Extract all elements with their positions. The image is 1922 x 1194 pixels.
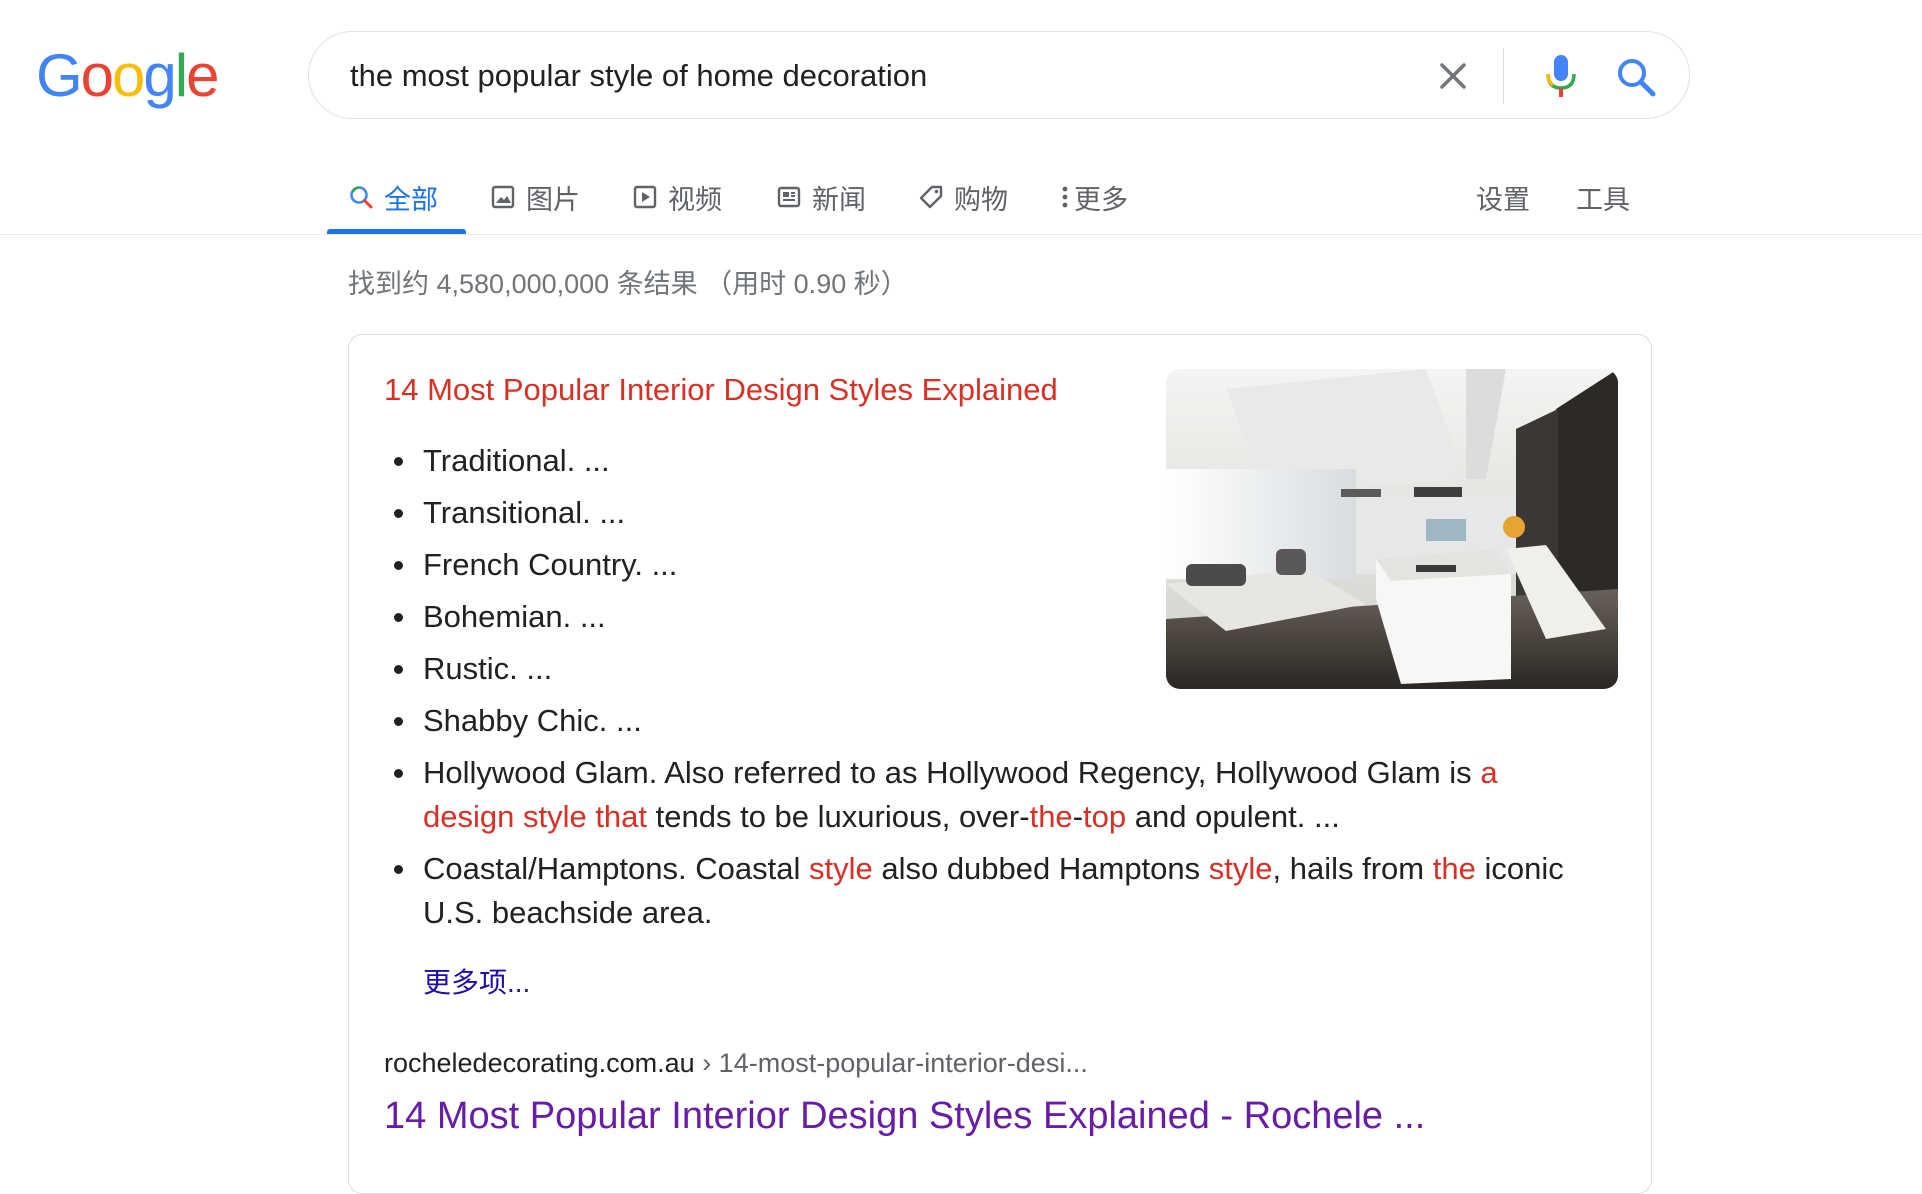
search-icon[interactable]	[1613, 54, 1659, 100]
snippet-list: Traditional. ... Transitional. ... French …	[394, 439, 1573, 943]
snippet-list-item: French Country. ...	[394, 543, 1573, 587]
tab-videos[interactable]: 视频	[632, 174, 722, 220]
snippet-list-item: Rustic. ...	[394, 647, 1573, 691]
snippet-text: and opulent. ...	[1126, 799, 1340, 834]
snippet-list-item: Traditional. ...	[394, 439, 1573, 483]
result-title-link[interactable]: 14 Most Popular Interior Design Styles E…	[384, 1095, 1425, 1138]
tag-icon	[919, 185, 943, 209]
cite-path: › 14-most-popular-interior-desi...	[694, 1048, 1088, 1078]
tab-label: 全部	[384, 184, 438, 215]
header-divider	[0, 234, 1922, 235]
newspaper-icon	[777, 186, 801, 208]
highlighted-text: style	[808, 851, 873, 886]
svg-text:Google: Google	[36, 44, 218, 109]
featured-snippet-card: 14 Most Popular Interior Design Styles E…	[348, 334, 1652, 1194]
mic-icon[interactable]	[1539, 52, 1583, 100]
snippet-list-item: Shabby Chic. ...	[394, 699, 1573, 743]
search-icon	[350, 186, 373, 209]
snippet-text: French Country. ...	[423, 547, 678, 582]
snippet-heading: 14 Most Popular Interior Design Styles E…	[384, 372, 1058, 407]
more-items-link[interactable]: 更多项...	[423, 961, 530, 1001]
highlighted-text: top	[1083, 799, 1127, 834]
snippet-text: -	[1072, 799, 1084, 834]
tab-label: 视频	[668, 184, 722, 215]
snippet-list-item: Transitional. ...	[394, 491, 1573, 535]
tab-images[interactable]: 图片	[490, 174, 580, 220]
snippet-text: Hollywood Glam. Also referred to as Holl…	[423, 755, 1481, 790]
tools-label: 工具	[1576, 184, 1630, 215]
snippet-list-item: Bohemian. ...	[394, 595, 1573, 639]
snippet-text: Bohemian. ...	[423, 599, 606, 634]
tab-label: 图片	[526, 184, 580, 215]
divider	[1503, 48, 1504, 104]
cite-domain: rocheledecorating.com.au	[384, 1048, 695, 1078]
tab-label: 购物	[954, 184, 1008, 215]
highlighted-text: the	[1432, 851, 1476, 886]
image-icon	[491, 185, 515, 209]
highlighted-text: the	[1029, 799, 1073, 834]
snippet-text: Rustic. ...	[423, 651, 553, 686]
settings-link[interactable]: 设置	[1476, 174, 1530, 220]
snippet-text: , hails from	[1272, 851, 1433, 886]
tab-shopping[interactable]: 购物	[918, 174, 1008, 220]
snippet-text: tends to be luxurious, over-	[647, 799, 1030, 834]
search-tabs: 全部 图片 视频 新闻 购物 更多 设置 工具	[0, 160, 1922, 236]
google-logo[interactable]: Google	[36, 44, 222, 110]
result-url[interactable]: rocheledecorating.com.au › 14-most-popul…	[384, 1048, 1088, 1079]
tab-news[interactable]: 新闻	[776, 174, 866, 220]
snippet-text: also dubbed Hamptons	[872, 851, 1209, 886]
highlighted-text: style	[1208, 851, 1273, 886]
snippet-text: Traditional. ...	[423, 443, 610, 478]
settings-label: 设置	[1476, 184, 1530, 215]
snippet-list-item: Hollywood Glam. Also referred to as Holl…	[394, 751, 1573, 839]
tab-label: 新闻	[812, 184, 866, 215]
tab-all[interactable]: 全部	[348, 174, 438, 220]
snippet-list-item: Coastal/Hamptons. Coastal style also dub…	[394, 847, 1573, 935]
snippet-text: Transitional. ...	[423, 495, 626, 530]
snippet-text: Coastal/Hamptons. Coastal	[423, 851, 809, 886]
search-box[interactable]: the most popular style of home decoratio…	[308, 31, 1690, 119]
close-icon[interactable]	[1433, 56, 1473, 96]
play-icon	[633, 185, 657, 209]
snippet-text: Shabby Chic. ...	[423, 703, 642, 738]
search-input[interactable]: the most popular style of home decoratio…	[350, 58, 927, 94]
tab-label: 更多	[1074, 184, 1128, 215]
tools-link[interactable]: 工具	[1576, 174, 1630, 220]
result-stats: 找到约 4,580,000,000 条结果 （用时 0.90 秒）	[348, 269, 908, 299]
tab-more[interactable]: 更多	[1058, 174, 1128, 220]
more-vert-icon	[1062, 186, 1068, 208]
